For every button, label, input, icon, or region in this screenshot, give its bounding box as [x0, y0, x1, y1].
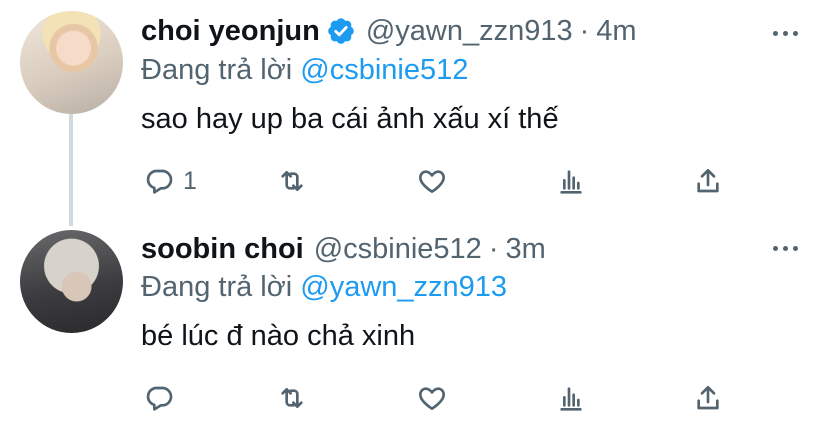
reply-icon — [146, 169, 173, 194]
reply-button[interactable]: 1 — [143, 161, 197, 201]
tweet-header: soobin choi @csbinie512 · 3m — [141, 229, 546, 269]
views-button[interactable] — [555, 378, 587, 418]
avatar[interactable] — [20, 11, 123, 114]
display-name[interactable]: choi yeonjun — [141, 15, 320, 48]
like-icon — [419, 387, 445, 410]
replying-to-label: Đang trả lời — [141, 271, 293, 303]
separator: · — [579, 14, 590, 47]
more-icon[interactable] — [773, 31, 798, 36]
display-name[interactable]: soobin choi — [141, 233, 304, 266]
replying-to-label: Đang trả lời — [141, 54, 293, 86]
like-button[interactable] — [416, 161, 448, 201]
separator: · — [488, 232, 499, 265]
share-icon — [697, 169, 719, 193]
tweet-text: sao hay up ba cái ảnh xấu xí thế — [141, 103, 559, 135]
tweet-actions — [0, 378, 828, 418]
timestamp[interactable]: 3m — [506, 233, 546, 266]
replying-to-handle[interactable]: @csbinie512 — [300, 54, 468, 86]
tweet-header: choi yeonjun @yawn_zzn913 · 4m — [141, 11, 637, 51]
like-button[interactable] — [416, 378, 448, 418]
tweet-actions: 1 — [0, 161, 828, 201]
like-icon — [419, 170, 445, 193]
views-icon — [560, 387, 582, 411]
share-button[interactable] — [692, 161, 724, 201]
retweet-button[interactable] — [276, 378, 308, 418]
replying-to: Đang trả lời @yawn_zzn913 — [141, 271, 507, 304]
share-button[interactable] — [692, 378, 724, 418]
views-button[interactable] — [555, 161, 587, 201]
views-icon — [560, 170, 582, 194]
share-icon — [697, 386, 719, 410]
retweet-button[interactable] — [276, 161, 308, 201]
more-icon[interactable] — [773, 246, 798, 251]
retweet-icon — [281, 171, 303, 191]
verified-badge-icon — [328, 18, 354, 44]
avatar[interactable] — [20, 230, 123, 333]
timestamp[interactable]: 4m — [596, 15, 636, 48]
tweet-text: bé lúc đ nào chả xinh — [141, 320, 416, 352]
replying-to-handle[interactable]: @yawn_zzn913 — [300, 271, 507, 303]
handle[interactable]: @csbinie512 — [314, 233, 482, 266]
reply-button[interactable] — [143, 378, 183, 418]
reply-icon — [146, 386, 173, 411]
reply-count: 1 — [183, 166, 197, 195]
retweet-icon — [281, 388, 303, 408]
replying-to: Đang trả lời @csbinie512 — [141, 54, 468, 87]
handle[interactable]: @yawn_zzn913 — [366, 15, 573, 48]
